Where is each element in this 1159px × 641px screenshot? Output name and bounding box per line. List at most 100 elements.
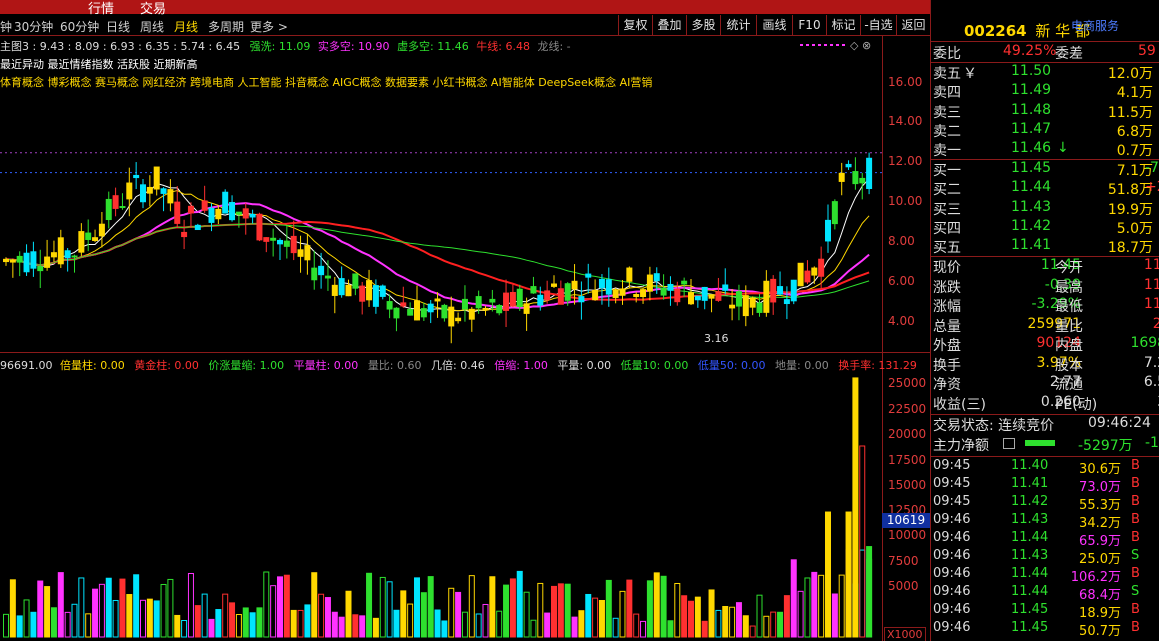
candle (448, 306, 455, 327)
sells-level-5[interactable]: 卖一 11.46 0.7万 ↓ (933, 140, 1159, 159)
candle (263, 237, 270, 242)
sells-level-1[interactable]: 卖五 11.50 12.0万 ￥ (933, 63, 1159, 82)
candle (626, 267, 633, 282)
tick-v: 50.7万 (1079, 624, 1121, 639)
candle (489, 298, 496, 303)
level-volume: 18.7万 (1107, 240, 1153, 257)
volume-bar (208, 618, 215, 638)
sells-level-3[interactable]: 卖三 11.48 11.5万 (933, 102, 1159, 121)
candle (174, 201, 181, 224)
volume-bar (64, 611, 71, 638)
candle (523, 303, 530, 314)
volume-bar (414, 577, 420, 638)
candle (352, 273, 359, 289)
candle (222, 191, 229, 214)
tick-t: 09:45 (933, 476, 971, 491)
volume-bar (160, 583, 167, 638)
quote-a: 涨幅 (933, 299, 961, 315)
volume-bar (701, 620, 708, 638)
volume-bar (57, 572, 64, 638)
volume-bar (742, 615, 749, 638)
candle (509, 291, 516, 307)
volume-bar (715, 609, 722, 638)
candle (366, 280, 373, 301)
volume-bar-highlight (866, 546, 873, 638)
candle (167, 189, 174, 204)
volume-bar (16, 615, 23, 638)
tick-p: 11.43 (1011, 548, 1049, 563)
candle (133, 174, 140, 179)
volume-bar (256, 607, 263, 638)
candle (790, 279, 797, 302)
candle (633, 294, 640, 297)
volume-bar (831, 593, 838, 638)
level-label: 卖四 (933, 85, 961, 102)
candle (537, 294, 544, 306)
candle (229, 202, 236, 221)
flow-bar (1025, 440, 1055, 446)
candle (646, 274, 653, 292)
quote-c: 股本 (1055, 357, 1083, 374)
tick-s: B (1131, 602, 1140, 617)
buys-level-4[interactable]: 买四 11.42 5.0万 (933, 218, 1159, 237)
quote-c: 最高 (1055, 279, 1083, 296)
axis-divider (882, 36, 883, 641)
volume-bar (523, 591, 530, 638)
quote-a: 现价 (933, 260, 961, 276)
volume-bar (749, 625, 756, 638)
candle (30, 251, 37, 269)
volume-bar (612, 617, 619, 638)
volume-bar-highlight (825, 511, 831, 638)
industry-tag[interactable]: 电商服务 (1071, 17, 1119, 34)
level-label: 买四 (933, 220, 961, 237)
back-button[interactable]: 返回 (896, 15, 930, 35)
kline-chart[interactable] (0, 0, 882, 641)
sells-level-4[interactable]: 卖二 11.47 6.8万 (933, 121, 1159, 140)
tick-t: 09:46 (933, 602, 971, 617)
candle (331, 284, 338, 296)
volume-bar (37, 580, 44, 638)
volume-bar (277, 576, 283, 638)
volume-bar (722, 605, 729, 638)
volume-bar (790, 559, 797, 638)
candle (9, 259, 16, 263)
candle (571, 280, 578, 290)
level-volume: 0.7万 (1116, 143, 1153, 160)
volume-bar (372, 617, 379, 638)
sells-level-2[interactable]: 卖四 11.49 4.1万 (933, 82, 1159, 101)
volume-bar (468, 575, 475, 638)
volume-bar (585, 593, 592, 638)
candle (338, 278, 345, 296)
level-price: 11.48 (1011, 101, 1052, 118)
tick-p: 11.40 (1011, 458, 1049, 473)
candle (859, 177, 866, 184)
candle (455, 317, 462, 322)
volume-bar (215, 609, 222, 638)
tick-s: B (1131, 512, 1140, 527)
volume-bar (475, 613, 482, 638)
candle (256, 213, 263, 241)
volume-bar (133, 574, 140, 638)
volume-bar (78, 577, 85, 638)
buys-level-1[interactable]: 买一 11.45 7.1万 -7 (933, 160, 1159, 179)
volume-bar (592, 597, 599, 638)
buys-level-2[interactable]: 买二 11.44 51.8万+2 (933, 179, 1159, 198)
buys-level-5[interactable]: 买五 11.41 18.7万 (933, 237, 1159, 256)
level-price: 11.46 (1011, 140, 1052, 157)
candle (612, 289, 619, 298)
volume-bar (818, 574, 825, 638)
volume-bar (9, 579, 16, 638)
volume-current-badge: 10619 (882, 513, 930, 528)
volume-bar (653, 572, 660, 638)
buys-level-3[interactable]: 买三 11.43 19.9万 (933, 199, 1159, 218)
quote-d: 7.20 (1143, 354, 1159, 371)
tick-t: 09:46 (933, 548, 971, 563)
level-label: 卖五 (933, 66, 961, 82)
candle (283, 240, 290, 247)
candle (92, 237, 99, 241)
candle (544, 290, 551, 301)
candle (783, 299, 790, 305)
panel-divider (930, 0, 931, 641)
volume-bar (50, 607, 57, 638)
volume-bar (283, 574, 290, 638)
